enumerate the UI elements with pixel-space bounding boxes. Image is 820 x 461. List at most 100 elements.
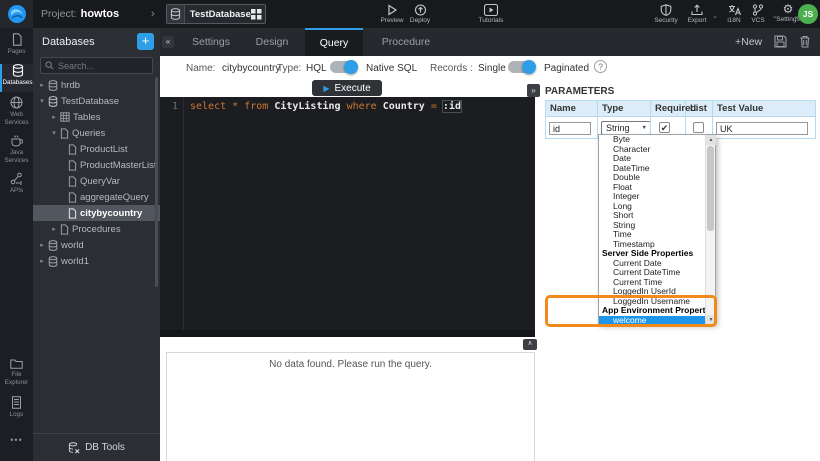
file-icon xyxy=(68,144,77,155)
tree-item-productlist[interactable]: ProductList xyxy=(33,141,160,157)
tab-procedure[interactable]: Procedure xyxy=(371,28,441,56)
tree-item-queryvar[interactable]: QueryVar xyxy=(33,173,160,189)
deploy-button[interactable]: Deploy xyxy=(400,2,440,27)
tree-item-label: Procedures xyxy=(72,224,121,235)
chevron-right-icon[interactable]: ▸ xyxy=(50,225,58,233)
scroll-up-icon[interactable]: ▲ xyxy=(706,135,716,145)
search-input[interactable] xyxy=(58,61,148,71)
collapse-editor-button[interactable]: ∧ xyxy=(523,339,537,350)
save-icon[interactable] xyxy=(774,35,787,48)
chevron-down-icon[interactable]: ▾ xyxy=(50,129,58,137)
file-icon xyxy=(68,160,77,171)
column-header-required: Required xyxy=(651,101,686,117)
search-icon xyxy=(45,61,54,70)
param-test-value-input[interactable] xyxy=(716,122,808,135)
type-toggle[interactable] xyxy=(330,61,356,73)
tab-query-active[interactable]: Query xyxy=(305,28,363,56)
chevron-right-icon[interactable]: ▸ xyxy=(38,257,46,265)
database-icon xyxy=(48,96,58,107)
more-options-icon[interactable]: ••• xyxy=(0,435,33,445)
editor-gutter: 1 xyxy=(160,97,184,337)
left-icon-sidebar: Pages Databases Web Services Java Servic… xyxy=(0,28,33,461)
sidebar-item-web-services[interactable]: Web Services xyxy=(0,96,33,132)
sql-code-editor[interactable]: 1 select * from CityListing where Countr… xyxy=(160,97,535,337)
search-box[interactable] xyxy=(40,57,153,74)
tree-item-label: Tables xyxy=(73,112,100,123)
tree-item-aggregatequery[interactable]: aggregateQuery xyxy=(33,189,160,205)
expand-parameters-button[interactable]: » xyxy=(527,84,540,97)
user-avatar[interactable]: JS xyxy=(798,4,818,24)
execute-button[interactable]: ▶ Execute xyxy=(312,80,382,96)
records-option-single[interactable]: Single xyxy=(478,62,506,76)
dropdown-option-welcome-selected[interactable]: welcome xyxy=(599,316,707,326)
tree-item-procedures[interactable]: ▸ Procedures xyxy=(33,221,160,237)
records-option-paginated[interactable]: Paginated xyxy=(544,62,589,76)
collapse-panel-button[interactable]: « xyxy=(162,36,174,48)
help-icon[interactable]: ? xyxy=(594,60,607,73)
tab-label: Query xyxy=(320,37,349,49)
sidebar-item-java-services[interactable]: Java Services xyxy=(0,134,33,170)
app-logo[interactable] xyxy=(0,0,33,28)
check-icon: ✔ xyxy=(661,123,669,133)
scroll-down-icon[interactable]: ▼ xyxy=(706,315,716,325)
query-results-panel: No data found. Please run the query. xyxy=(166,352,535,461)
deploy-label: Deploy xyxy=(410,17,430,24)
column-header-list: List xyxy=(686,101,713,117)
tree-item-productmasterlist[interactable]: ProductMasterList xyxy=(33,157,160,173)
column-header-name: Name xyxy=(546,101,598,117)
file-icon xyxy=(68,176,77,187)
sidebar-item-label: File Explorer xyxy=(0,371,33,386)
export-button[interactable]: Export xyxy=(678,2,716,27)
sql-keyword: from xyxy=(244,101,274,112)
dropdown-scrollbar-thumb[interactable] xyxy=(707,146,714,231)
tree-item-world[interactable]: ▸ world xyxy=(33,237,160,253)
chevron-down-icon[interactable]: ▾ xyxy=(38,97,46,105)
tutorials-button[interactable]: Tutorials xyxy=(468,2,514,27)
sidebar-item-apis[interactable]: APIs xyxy=(0,172,33,202)
tree-item-citybycountry-selected[interactable]: citybycountry xyxy=(33,205,160,221)
db-tools-icon xyxy=(68,442,80,454)
database-icon xyxy=(48,240,58,251)
records-toggle[interactable] xyxy=(508,61,534,73)
sidebar-item-label: Logs xyxy=(10,411,24,419)
databases-panel: Databases + ▸ hrdb ▾ TestDatabase ▸ Tabl… xyxy=(33,28,160,461)
list-checkbox-unchecked[interactable] xyxy=(693,122,704,133)
tree-item-label: aggregateQuery xyxy=(80,192,149,203)
tree-item-tables[interactable]: ▸ Tables xyxy=(33,109,160,125)
parameters-title: PARAMETERS xyxy=(545,86,614,97)
tree-item-testdatabase[interactable]: ▾ TestDatabase xyxy=(33,93,160,109)
sidebar-item-file-explorer[interactable]: File Explorer xyxy=(0,358,33,394)
param-type-select[interactable]: String ▼ xyxy=(601,121,651,135)
tab-settings[interactable]: Settings xyxy=(183,28,239,56)
type-option-hql[interactable]: HQL xyxy=(306,62,327,76)
table-icon xyxy=(60,112,70,122)
type-option-native-sql[interactable]: Native SQL xyxy=(366,62,417,76)
line-number: 1 xyxy=(172,101,178,112)
new-query-button[interactable]: +New xyxy=(735,28,762,56)
dropdown-scrollbar[interactable]: ▲ ▼ xyxy=(705,135,715,325)
execute-label: Execute xyxy=(335,83,371,94)
chevron-right-icon[interactable]: ▸ xyxy=(38,81,46,89)
sidebar-item-pages[interactable]: Pages xyxy=(0,33,33,61)
db-tools-button[interactable]: DB Tools xyxy=(33,433,160,461)
required-checkbox-checked[interactable]: ✔ xyxy=(659,122,670,133)
records-label: Records : xyxy=(430,62,473,76)
sidebar-item-databases[interactable]: Databases xyxy=(0,64,33,92)
tree-item-hrdb[interactable]: ▸ hrdb xyxy=(33,77,160,93)
sidebar-item-logs[interactable]: Logs xyxy=(0,396,33,424)
tree-scrollbar[interactable] xyxy=(155,77,158,287)
editor-horizontal-scrollbar[interactable] xyxy=(160,330,535,337)
delete-icon[interactable] xyxy=(799,35,811,48)
grid-menu-icon[interactable] xyxy=(251,9,265,20)
tree-item-queries[interactable]: ▾ Queries xyxy=(33,125,160,141)
chevron-right-icon[interactable]: ▸ xyxy=(50,113,58,121)
tab-design[interactable]: Design xyxy=(247,28,297,56)
chevron-right-icon[interactable]: ▸ xyxy=(38,241,46,249)
param-name-input[interactable] xyxy=(549,122,591,135)
play-outline-icon xyxy=(386,4,398,16)
add-database-button[interactable]: + xyxy=(137,33,154,50)
tree-item-world1[interactable]: ▸ world1 xyxy=(33,253,160,269)
toggle-knob xyxy=(522,60,536,74)
database-icon xyxy=(48,256,58,267)
entity-tab-testdatabase[interactable]: TestDatabase xyxy=(166,4,266,24)
